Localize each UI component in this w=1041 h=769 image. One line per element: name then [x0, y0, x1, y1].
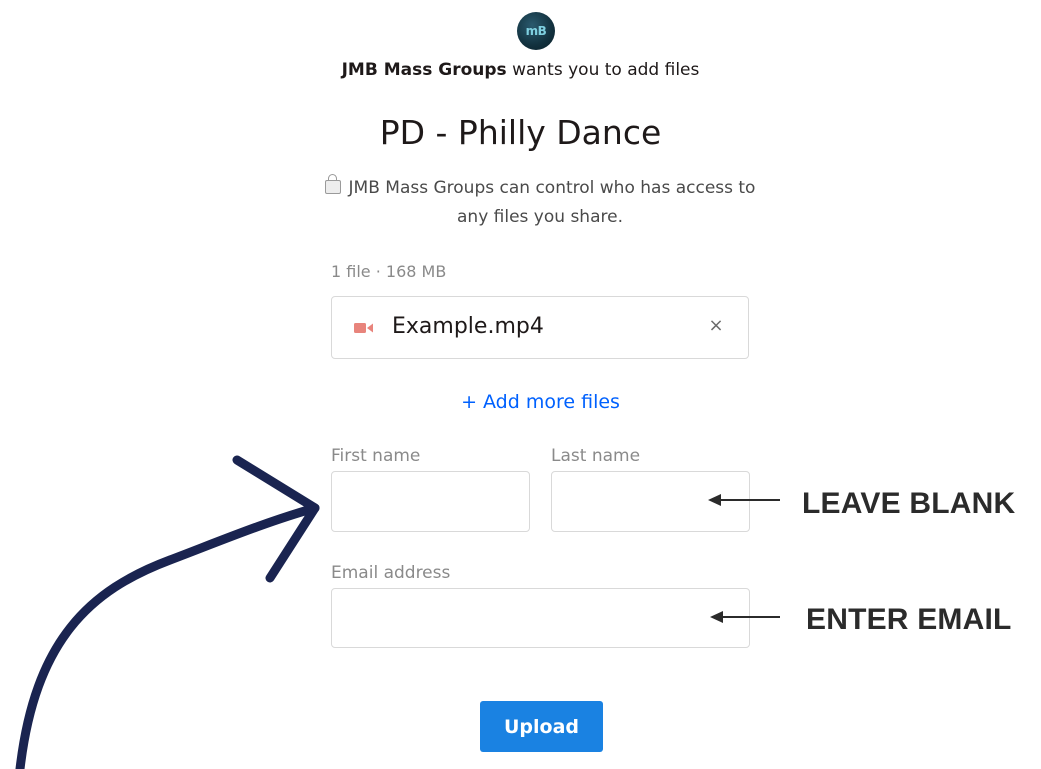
video-icon	[354, 323, 373, 333]
file-summary: 1 file · 168 MB	[331, 262, 447, 281]
upload-button[interactable]: Upload	[480, 701, 603, 752]
requester-avatar: mB	[517, 12, 555, 50]
first-name-label: First name	[331, 446, 421, 466]
leave-blank-note: LEAVE BLANK	[802, 487, 1016, 520]
enter-email-arrow-icon	[710, 611, 780, 623]
email-field[interactable]	[331, 588, 750, 648]
email-label: Email address	[331, 563, 451, 583]
first-name-field[interactable]	[331, 471, 530, 532]
lock-icon	[324, 174, 341, 194]
last-name-label: Last name	[551, 446, 641, 466]
privacy-note: JMB Mass Groups can control who has acce…	[320, 174, 760, 232]
privacy-note-text: JMB Mass Groups can control who has acce…	[348, 178, 756, 227]
page-title: PD - Philly Dance	[379, 113, 662, 152]
remove-file-button[interactable]: ×	[706, 316, 726, 336]
requester-name: JMB Mass Groups	[341, 60, 507, 80]
file-item: Example.mp4 ×	[331, 296, 749, 359]
requester-suffix: wants you to add files	[506, 60, 700, 80]
avatar-logo-text: mB	[525, 24, 547, 38]
enter-email-note: ENTER EMAIL	[806, 603, 1012, 636]
add-more-files-link[interactable]: + Add more files	[0, 391, 1041, 413]
leave-blank-arrow-icon	[708, 494, 780, 506]
request-subtitle: JMB Mass Groups wants you to add files	[0, 60, 1041, 80]
file-name: Example.mp4	[392, 314, 544, 339]
